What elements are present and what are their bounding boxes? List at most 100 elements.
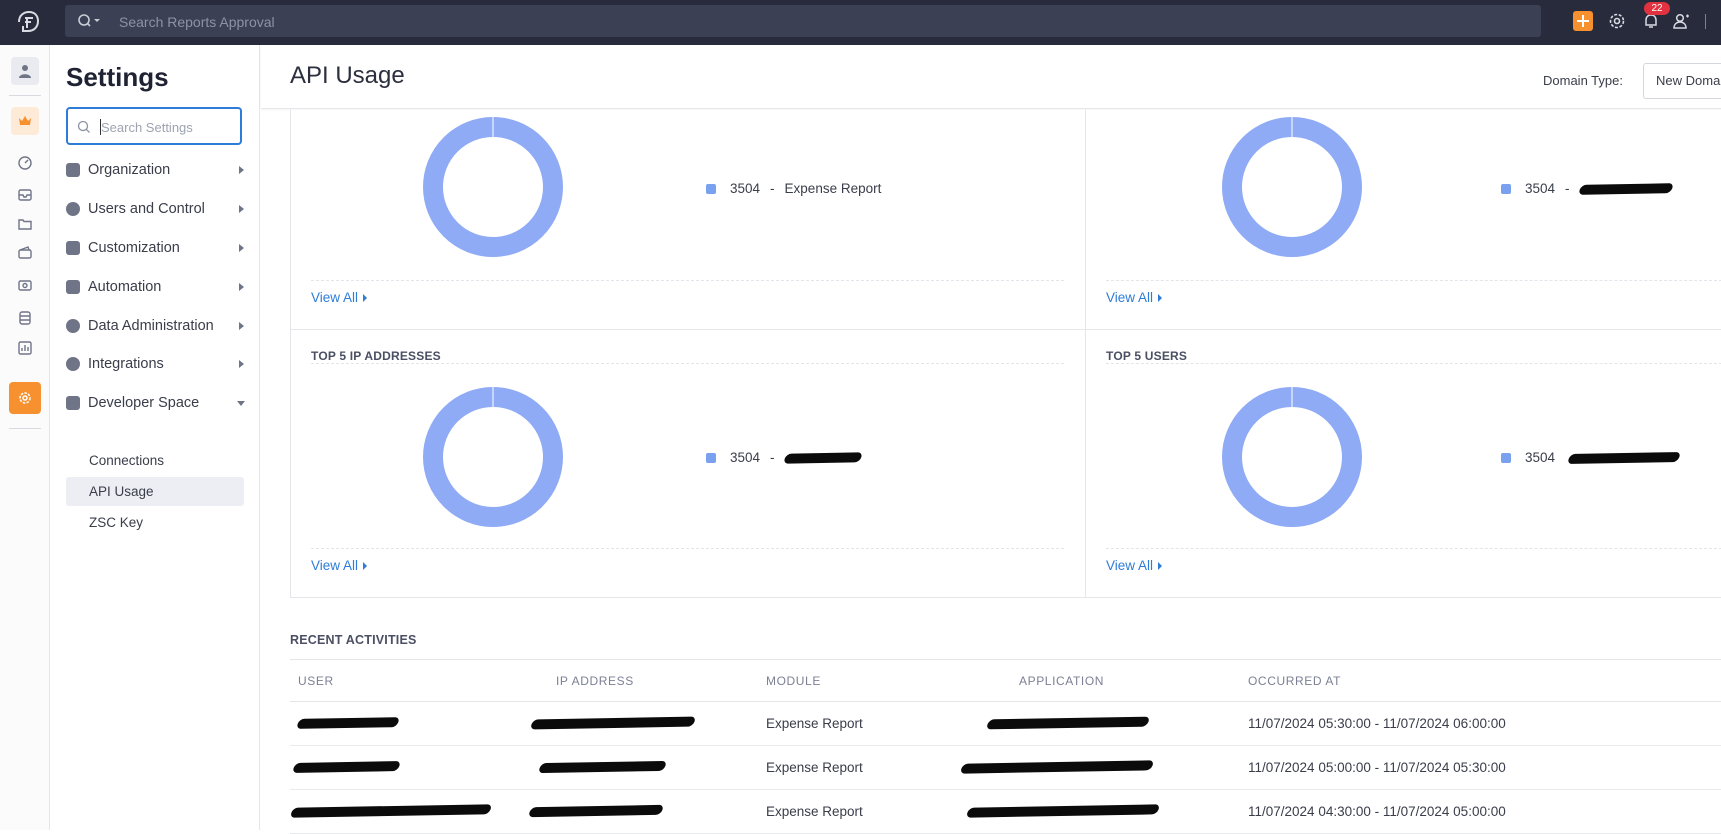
- cash-icon: [18, 280, 32, 291]
- usage-charts-card: 3504 - Expense Report View All 3504 - Vi…: [290, 110, 1721, 598]
- rail-database[interactable]: [11, 304, 39, 332]
- text-cursor: [100, 119, 101, 135]
- notification-count-badge: 22: [1644, 2, 1670, 15]
- rail-crown[interactable]: [11, 107, 39, 135]
- sidebar-item-label: Automation: [88, 279, 162, 295]
- users-icon: [66, 202, 80, 216]
- legend-value: 3504: [730, 450, 761, 465]
- sidebar-item-organization[interactable]: Organization: [66, 157, 244, 183]
- sidebar-item-label: Data Administration: [88, 318, 214, 334]
- sidebar-subitem-zsc-key[interactable]: ZSC Key: [66, 508, 244, 537]
- donut-slice[interactable]: [423, 117, 563, 257]
- rail-folder[interactable]: [11, 210, 39, 238]
- sliders-icon: [66, 241, 80, 255]
- view-all-link[interactable]: View All: [1106, 290, 1163, 305]
- column-header-ip-address: IP ADDRESS: [556, 674, 634, 688]
- chart-legend: 3504 -: [706, 450, 863, 465]
- donut-slice[interactable]: [1222, 117, 1362, 257]
- view-all-link[interactable]: View All: [311, 290, 368, 305]
- legend-separator: -: [770, 450, 775, 465]
- global-search-placeholder: Search Reports Approval: [119, 14, 275, 30]
- settings-search-input[interactable]: Search Settings: [66, 107, 242, 145]
- redacted-ip-address: [527, 804, 665, 818]
- legend-value: 3504: [1525, 181, 1556, 196]
- panel-divider-dashed: [1106, 548, 1721, 549]
- panel-title: TOP 5 USERS: [1106, 349, 1188, 363]
- donut-chart: [423, 117, 563, 257]
- rail-wallet[interactable]: [11, 239, 39, 267]
- view-all-link[interactable]: View All: [1106, 558, 1163, 573]
- sidebar-item-developer-space[interactable]: Developer Space: [66, 390, 245, 416]
- left-rail: [0, 45, 50, 830]
- sidebar-item-customization[interactable]: Customization: [66, 235, 244, 261]
- redacted-ip-address: [529, 716, 697, 730]
- gear-icon[interactable]: [1607, 11, 1627, 31]
- module-cell: Expense Report: [766, 716, 863, 731]
- table-header: USER IP ADDRESS MODULE APPLICATION OCCUR…: [290, 659, 1721, 702]
- rail-reports[interactable]: [11, 334, 39, 362]
- legend-label: Expense Report: [784, 181, 882, 196]
- redacted-label: [782, 451, 863, 464]
- sidebar-subitem-connections[interactable]: Connections: [66, 446, 244, 475]
- sidebar-item-automation[interactable]: Automation: [66, 274, 244, 300]
- caret-right-icon: [1158, 561, 1163, 570]
- table-row[interactable]: Expense Report 11/07/2024 05:00:00 - 11/…: [290, 746, 1721, 790]
- rail-cash[interactable]: [11, 271, 39, 299]
- database-icon: [19, 311, 31, 325]
- redacted-application: [959, 760, 1155, 774]
- table-row[interactable]: Expense Report 11/07/2024 05:30:00 - 11/…: [290, 702, 1721, 746]
- occurred-at-cell: 11/07/2024 05:00:00 - 11/07/2024 05:30:0…: [1248, 760, 1506, 775]
- chart-panel-applications: 3504 - View All: [1086, 110, 1721, 329]
- rail-profile[interactable]: [11, 57, 39, 85]
- view-all-label: View All: [1106, 558, 1154, 573]
- donut-slice[interactable]: [423, 387, 563, 527]
- rail-divider: [9, 95, 41, 96]
- chevron-right-icon: [239, 360, 244, 368]
- page-header: API Usage Domain Type: New Domain: [261, 45, 1721, 109]
- caret-right-icon: [363, 561, 368, 570]
- redacted-user: [289, 804, 493, 818]
- donut-slice[interactable]: [1222, 387, 1362, 527]
- panel-divider-dashed: [1106, 363, 1721, 364]
- recent-activities-title: RECENT ACTIVITIES: [290, 633, 417, 647]
- wallet-icon: [18, 246, 32, 259]
- donut-chart: [423, 387, 563, 527]
- chevron-right-icon: [239, 283, 244, 291]
- table-row[interactable]: Expense Report 11/07/2024 04:30:00 - 11/…: [289, 790, 1721, 834]
- sidebar-item-label: Users and Control: [88, 201, 205, 217]
- rail-dashboard[interactable]: [11, 148, 39, 176]
- settings-sidebar: Settings Search Settings Organization Us…: [50, 45, 260, 830]
- occurred-at-cell: 11/07/2024 05:30:00 - 11/07/2024 06:00:0…: [1248, 716, 1506, 731]
- legend-value: 3504: [1525, 450, 1556, 465]
- donut-chart: [1222, 387, 1362, 527]
- redacted-label: [1577, 182, 1674, 195]
- redacted-application: [965, 804, 1161, 818]
- legend-swatch: [1501, 183, 1511, 194]
- global-search-input[interactable]: Search Reports Approval: [65, 5, 1541, 37]
- page-title: API Usage: [290, 62, 405, 89]
- sidebar-item-integrations[interactable]: Integrations: [66, 351, 244, 377]
- search-icon: [77, 120, 90, 133]
- app-logo-icon[interactable]: [14, 8, 42, 36]
- rail-settings[interactable]: [9, 382, 41, 414]
- sidebar-item-label: Developer Space: [88, 395, 200, 411]
- quick-add-button[interactable]: [1573, 11, 1593, 31]
- occurred-at-cell: 11/07/2024 04:30:00 - 11/07/2024 05:00:0…: [1248, 804, 1506, 819]
- rail-inbox[interactable]: [11, 181, 39, 209]
- plus-icon: [1577, 15, 1589, 27]
- user-profile-icon[interactable]: [1671, 11, 1691, 31]
- sidebar-item-users-and-control[interactable]: Users and Control: [66, 196, 244, 222]
- column-header-application: APPLICATION: [1019, 674, 1105, 688]
- search-dropdown-icon[interactable]: [77, 13, 103, 29]
- chevron-right-icon: [239, 322, 244, 330]
- view-all-label: View All: [311, 290, 359, 305]
- module-cell: Expense Report: [766, 804, 863, 819]
- redacted-user: [291, 761, 402, 773]
- domain-type-select[interactable]: New Domain: [1643, 63, 1721, 99]
- integrations-icon: [66, 357, 80, 371]
- sidebar-item-data-administration[interactable]: Data Administration: [66, 313, 244, 339]
- crown-icon: [19, 116, 31, 125]
- sidebar-title: Settings: [66, 62, 169, 92]
- view-all-link[interactable]: View All: [311, 558, 368, 573]
- sidebar-subitem-api-usage[interactable]: API Usage: [66, 477, 244, 506]
